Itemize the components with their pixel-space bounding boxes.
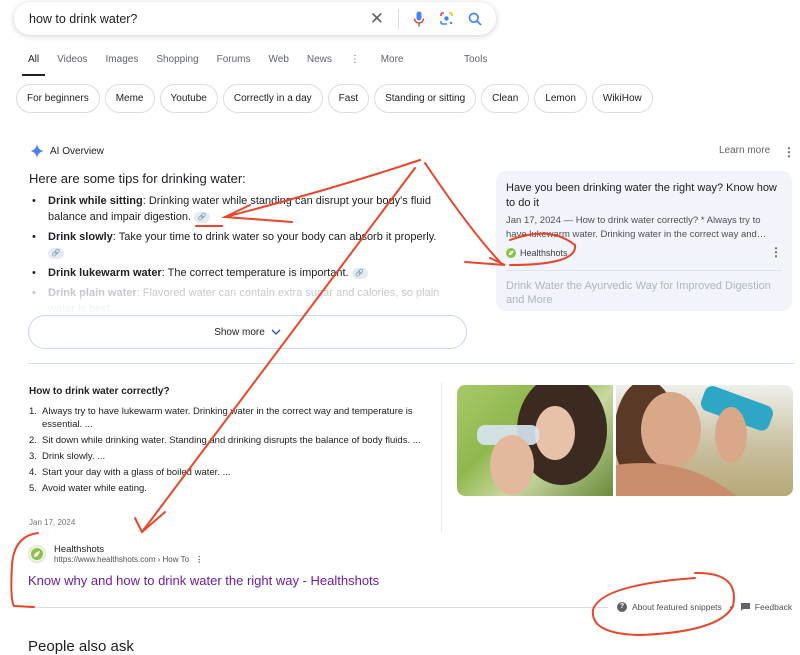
tab-more-label: More [380, 54, 404, 65]
result-site-header[interactable]: Healthshots https://www.healthshots.com … [28, 544, 203, 564]
about-featured-snippets-link[interactable]: About featured snippets [632, 602, 722, 612]
ai-overview-tips: Drink while sitting: Drinking water whil… [30, 193, 450, 321]
snippet-item-text: Start your day with a glass of boiled wa… [42, 467, 231, 478]
ai-overview-intro: Here are some tips for drinking water: [29, 171, 246, 186]
result-url: https://www.healthshots.com › How To ⋮ [54, 555, 203, 564]
feedback-link[interactable]: Feedback [755, 602, 792, 612]
dot-separator: • [729, 602, 733, 612]
microphone-icon[interactable] [413, 11, 425, 27]
source-card-title[interactable]: Have you been drinking water the right w… [506, 181, 782, 211]
snippet-list-item: 5. Avoid water while eating. [29, 483, 147, 494]
chip-clean[interactable]: Clean [481, 84, 530, 113]
healthshots-logo-icon [506, 248, 516, 258]
featured-snippet-title: How to drink water correctly? [29, 386, 170, 397]
snippet-item-text: Sit down while drinking water. Standing … [42, 435, 421, 446]
citation-link-icon[interactable]: 🔗 [48, 247, 64, 259]
citation-link-icon[interactable]: 🔗 [351, 267, 368, 279]
tip-heading: Drink lukewarm water [48, 267, 162, 279]
people-also-ask-heading: People also ask [28, 638, 134, 655]
ai-source-card[interactable]: Have you been drinking water the right w… [496, 171, 792, 311]
feedback-icon [740, 602, 750, 611]
tip-text: : Take your time to drink water so your … [112, 231, 437, 243]
google-lens-icon[interactable] [439, 11, 454, 26]
vertical-divider [441, 382, 442, 532]
tab-news[interactable]: News [307, 54, 332, 65]
featured-snippet-list: 1. Always try to have lukewarm water. Dri… [29, 405, 429, 498]
snippet-item-text: Always try to have lukewarm water. Drink… [42, 406, 413, 430]
chevron-down-icon [271, 329, 281, 335]
search-divider [398, 8, 399, 29]
snippet-list-item: 1. Always try to have lukewarm water. Dri… [29, 405, 429, 431]
clear-icon[interactable]: ✕ [370, 9, 384, 29]
search-input[interactable]: how to drink water? [29, 12, 370, 26]
chip-youtube[interactable]: Youtube [159, 84, 218, 113]
ai-overview-menu-icon[interactable]: ⋮ [783, 145, 795, 159]
result-url-text: https://www.healthshots.com › How To [54, 555, 190, 564]
source-card-menu-icon[interactable]: ⋮ [770, 245, 782, 259]
snippet-image-woman-drinking-sport-bottle[interactable] [616, 385, 793, 496]
tab-web[interactable]: Web [269, 54, 289, 65]
more-dots-icon: ⋮ [349, 54, 363, 65]
woman-drinking-illustration [477, 385, 607, 495]
chip-lemon[interactable]: Lemon [534, 84, 587, 113]
chip-correctly-in-a-day[interactable]: Correctly in a day [222, 84, 323, 113]
next-source-title[interactable]: Drink Water the Ayurvedic Way for Improv… [506, 279, 782, 307]
source-card-site[interactable]: Healthshots [506, 248, 782, 258]
tab-shopping[interactable]: Shopping [156, 54, 198, 65]
snippet-footer: ? About featured snippets • Feedback [617, 602, 792, 612]
snippet-image-woman-drinking-bottle[interactable] [457, 385, 613, 496]
learn-more-link[interactable]: Learn more [719, 145, 770, 156]
tip-item: Drink slowly: Take your time to drink wa… [30, 229, 450, 261]
show-more-label: Show more [214, 326, 265, 338]
chip-wikihow[interactable]: WikiHow [591, 84, 653, 113]
tip-item: Drink while sitting: Drinking water whil… [30, 193, 450, 225]
snippet-list-item: 2. Sit down while drinking water. Standin… [29, 435, 421, 446]
tab-all[interactable]: All [21, 54, 46, 76]
tip-heading: Drink plain water [48, 287, 137, 299]
leaf-icon [31, 548, 43, 560]
tip-heading: Drink while sitting [48, 195, 143, 207]
snippet-item-text: Drink slowly. ... [42, 451, 106, 462]
search-bar[interactable]: how to drink water? ✕ [14, 2, 496, 35]
tip-text: : The correct temperature is important. [161, 267, 349, 279]
woman-drinking-sport-bottle-illustration [616, 385, 773, 496]
source-card-snippet: Jan 17, 2024 — How to drink water correc… [506, 215, 767, 240]
healthshots-favicon [28, 545, 46, 563]
tab-videos[interactable]: Videos [57, 54, 87, 65]
snippet-list-item: 3. Drink slowly. ... [29, 451, 106, 462]
search-icon[interactable] [468, 12, 482, 26]
result-site-name: Healthshots [54, 544, 105, 555]
source-card-site-name: Healthshots [520, 248, 568, 258]
chip-fast[interactable]: Fast [327, 84, 370, 113]
tip-item: Drink plain water: Flavored water can co… [30, 285, 450, 317]
card-divider [506, 270, 782, 271]
tools-button[interactable]: Tools [464, 54, 487, 65]
chip-meme[interactable]: Meme [104, 84, 155, 113]
result-menu-icon[interactable]: ⋮ [195, 555, 203, 564]
tab-forums[interactable]: Forums [217, 54, 251, 65]
section-divider [28, 363, 794, 364]
help-icon: ? [617, 602, 627, 612]
ai-overview-header: AI Overview [30, 144, 104, 158]
tip-item: Drink lukewarm water: The correct temper… [30, 265, 450, 281]
refinement-chips: For beginners Meme Youtube Correctly in … [16, 84, 653, 113]
citation-link-icon[interactable]: 🔗 [194, 211, 211, 223]
gemini-sparkle-icon [30, 144, 44, 158]
snippet-date: Jan 17, 2024 [29, 518, 76, 527]
result-divider [28, 607, 608, 608]
tab-images[interactable]: Images [106, 54, 139, 65]
tab-more[interactable]: ⋮ More [350, 54, 422, 65]
snippet-item-text: Avoid water while eating. [42, 483, 147, 494]
ai-overview-label: AI Overview [50, 145, 104, 157]
chip-standing-or-sitting[interactable]: Standing or sitting [374, 84, 477, 113]
result-title-link[interactable]: Know why and how to drink water the righ… [28, 573, 379, 588]
search-tabs: All Videos Images Shopping Forums Web Ne… [21, 54, 439, 76]
snippet-list-item: 4. Start your day with a glass of boiled … [29, 467, 231, 478]
chip-for-beginners[interactable]: For beginners [16, 84, 100, 113]
show-more-button[interactable]: Show more [28, 315, 467, 349]
annotation-arrowhead [134, 511, 166, 534]
tip-heading: Drink slowly [48, 231, 113, 243]
